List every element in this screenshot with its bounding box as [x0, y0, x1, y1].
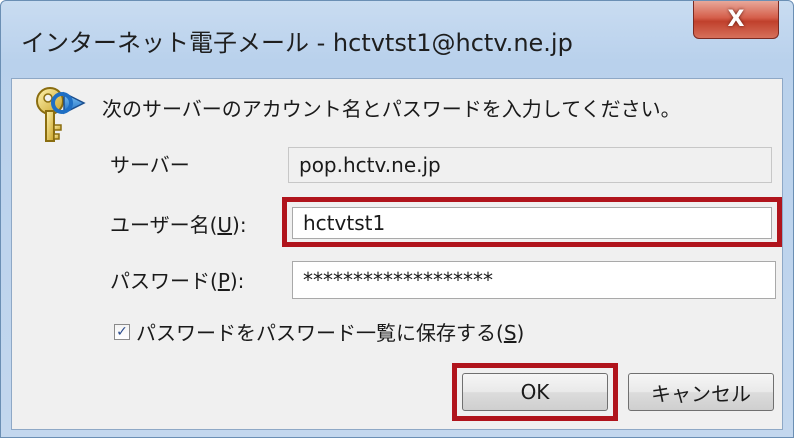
window-title: インターネット電子メール - hctvtst1@hctv.ne.jp: [21, 29, 573, 57]
close-icon: X: [727, 7, 745, 32]
check-icon: ✓: [116, 323, 128, 340]
ok-highlight-box: [452, 363, 618, 421]
username-label: ユーザー名(U):: [110, 213, 247, 237]
save-password-label: パスワードをパスワード一覧に保存する(S): [136, 321, 525, 345]
username-highlight-box: [282, 197, 782, 247]
cancel-button-label: キャンセル: [651, 381, 751, 406]
login-dialog: インターネット電子メール - hctvtst1@hctv.ne.jp X 次のサ…: [0, 0, 794, 438]
dialog-body: 次のサーバーのアカウント名とパスワードを入力してください。 サーバー pop.h…: [11, 78, 783, 430]
save-password-option[interactable]: ✓ パスワードをパスワード一覧に保存する(S): [114, 317, 524, 346]
title-bar[interactable]: インターネット電子メール - hctvtst1@hctv.ne.jp X: [1, 1, 793, 81]
close-button[interactable]: X: [693, 1, 779, 39]
key-icon: [36, 87, 86, 142]
server-value: pop.hctv.ne.jp: [299, 153, 441, 177]
instruction-text: 次のサーバーのアカウント名とパスワードを入力してください。: [102, 97, 681, 121]
password-input[interactable]: *******************: [292, 261, 776, 299]
server-label: サーバー: [110, 153, 190, 177]
save-password-checkbox[interactable]: ✓: [114, 323, 130, 340]
password-value: *******************: [303, 268, 493, 292]
password-label: パスワード(P):: [110, 269, 245, 293]
server-field: pop.hctv.ne.jp: [288, 147, 772, 183]
cancel-button[interactable]: キャンセル: [628, 373, 774, 411]
